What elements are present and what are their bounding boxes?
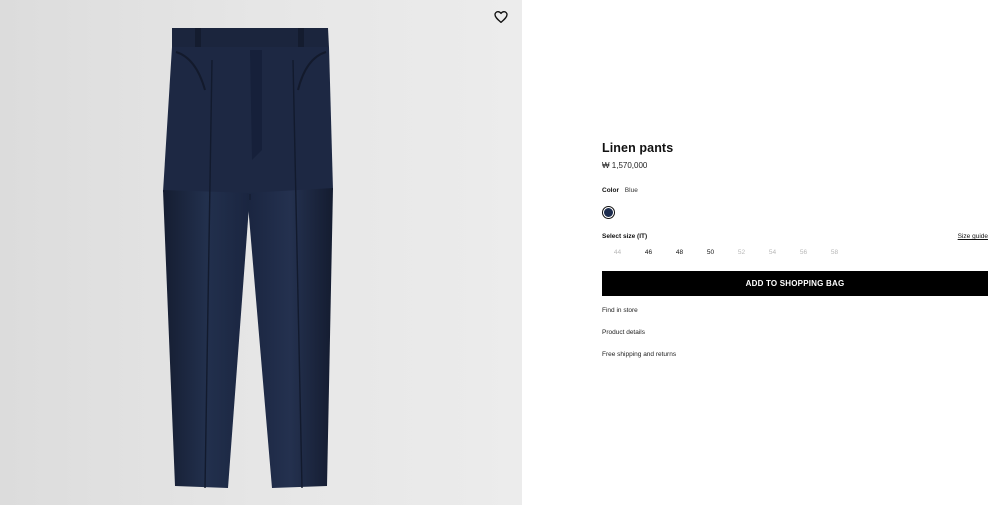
add-to-bag-button[interactable]: ADD TO SHOPPING BAG [602, 271, 988, 296]
size-header: Select size (IT) Size guide [602, 232, 988, 242]
product-details-link[interactable]: Product details [602, 328, 988, 350]
product-image-pane [0, 0, 522, 505]
info-links: Find in store Product details Free shipp… [602, 306, 988, 372]
color-row: Color Blue [602, 186, 988, 196]
size-option-48[interactable]: 48 [664, 246, 695, 260]
product-info: Linen pants ₩ 1,570,000 Color Blue Selec… [602, 140, 988, 372]
product-page: Linen pants ₩ 1,570,000 Color Blue Selec… [0, 0, 995, 505]
find-in-store-link[interactable]: Find in store [602, 306, 988, 328]
product-price: ₩ 1,570,000 [602, 161, 648, 170]
size-guide-link[interactable]: Size guide [958, 232, 988, 242]
size-option-58[interactable]: 58 [819, 246, 850, 260]
product-image [0, 0, 522, 505]
color-swatch-blue[interactable] [602, 206, 615, 219]
color-swatch-dot [604, 208, 613, 217]
free-shipping-link[interactable]: Free shipping and returns [602, 350, 988, 372]
size-option-46[interactable]: 46 [633, 246, 664, 260]
size-option-52[interactable]: 52 [726, 246, 757, 260]
product-title: Linen pants [602, 141, 674, 155]
color-value: Blue [624, 187, 638, 194]
wishlist-button[interactable] [493, 9, 509, 25]
size-option-54[interactable]: 54 [757, 246, 788, 260]
size-label: Select size (IT) [602, 233, 648, 240]
size-option-56[interactable]: 56 [788, 246, 819, 260]
size-option-50[interactable]: 50 [695, 246, 726, 260]
color-label: Color [602, 187, 619, 194]
size-option-44[interactable]: 44 [602, 246, 633, 260]
size-options: 44 46 48 50 52 54 56 58 [602, 246, 988, 260]
heart-icon [494, 11, 508, 23]
